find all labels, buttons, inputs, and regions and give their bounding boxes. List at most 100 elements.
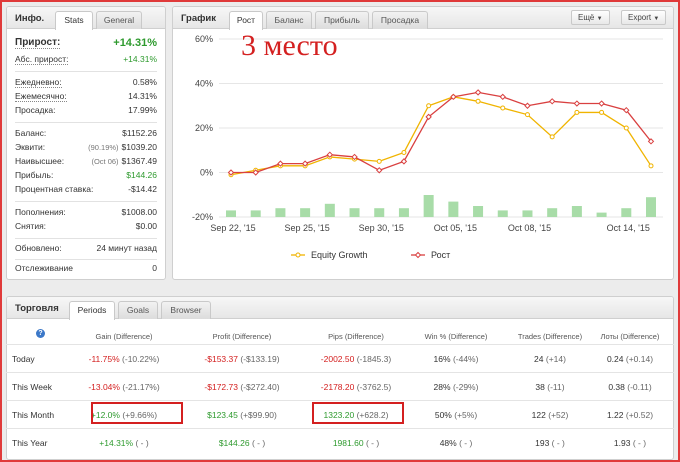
row-label: This Week	[12, 382, 52, 392]
table-cell: 0.24 (+0.14)	[590, 354, 670, 364]
data-point	[599, 109, 605, 115]
table-cell: 50% (+5%)	[416, 410, 496, 420]
x-tick-label: Sep 25, '15	[284, 223, 329, 233]
highest-value: $1367.49	[121, 156, 157, 166]
interest-value: -$14.42	[128, 184, 157, 194]
chart-panel: График Рост Баланс Прибыль Просадка Ещё …	[172, 6, 674, 280]
tab-browser[interactable]: Browser	[161, 301, 211, 319]
profit-label: Прибыль:	[15, 170, 54, 180]
table-cell: 38 (-11)	[505, 382, 595, 392]
equity-row: Эквити: (90.19%) $1039.20	[15, 142, 157, 155]
rank-overlay: 3 место	[241, 29, 338, 62]
table-cell: 1.22 (+0.52)	[590, 410, 670, 420]
table-cell: -2178.20 (-3762.5)	[301, 382, 411, 392]
data-point	[548, 98, 556, 105]
tab-stats[interactable]: Stats	[55, 11, 93, 30]
trading-panel-title: Торговля	[15, 303, 59, 314]
table-cell: $144.26 ( - )	[187, 438, 297, 448]
y-tick-label: -20%	[192, 212, 213, 222]
table-cell: -$172.73 (-$272.40)	[187, 382, 297, 392]
data-point	[474, 89, 482, 96]
cell-value: 48%	[439, 438, 457, 448]
volume-bar	[473, 206, 484, 217]
tab-goals[interactable]: Goals	[118, 301, 158, 319]
help-icon[interactable]: ?	[36, 329, 45, 338]
row-divider	[6, 372, 674, 373]
balance-label: Баланс:	[15, 128, 47, 138]
tab-periods[interactable]: Periods	[69, 301, 115, 320]
data-point	[524, 112, 530, 118]
cell-value: -13.04%	[88, 382, 120, 392]
deposits-row: Пополнения: $1008.00	[15, 207, 157, 220]
table-cell: 193 ( - )	[505, 438, 595, 448]
row-label: Today	[12, 354, 35, 364]
cell-value: 122	[531, 410, 546, 420]
cell-difference: (-0.11)	[627, 382, 652, 392]
volume-bar	[571, 206, 582, 217]
cell-difference: (-1845.3)	[356, 354, 392, 364]
cell-difference: (-$272.40)	[240, 382, 280, 392]
table-cell: -13.04% (-21.17%)	[69, 382, 179, 392]
tab-profit[interactable]: Прибыль	[315, 11, 369, 29]
table-cell: 48% ( - )	[416, 438, 496, 448]
cell-value: -$153.37	[204, 354, 238, 364]
daily-label: Ежедневно:	[15, 77, 62, 88]
more-label: Ещё	[578, 13, 595, 22]
table-cell: $123.45 (+$99.90)	[187, 410, 297, 420]
chevron-down-icon: ▼	[596, 16, 603, 22]
volume-bar	[250, 210, 261, 217]
cell-difference: ( - )	[135, 438, 149, 448]
highlight-box	[91, 402, 183, 424]
equity-value: $1039.20	[121, 142, 157, 152]
tab-drawdown[interactable]: Просадка	[372, 11, 428, 29]
series-line	[231, 91, 652, 174]
divider	[15, 201, 157, 202]
monthly-value: 14.31%	[128, 91, 157, 101]
balance-value: $1152.26	[122, 128, 157, 138]
cell-value: 24	[534, 354, 544, 364]
tab-balance[interactable]: Баланс	[266, 11, 312, 29]
info-panel: Инфо. Stats General Прирост: +14.31% Абс…	[6, 6, 166, 280]
cell-difference: (-10.22%)	[122, 354, 160, 364]
tab-general[interactable]: General	[96, 11, 142, 29]
tracking-row: Отслеживание 0	[15, 263, 157, 276]
highlight-box	[312, 402, 404, 424]
row-label: This Year	[12, 438, 48, 448]
table-cell: 1981.60 ( - )	[301, 438, 411, 448]
cell-difference: (+0.14)	[625, 354, 654, 364]
data-point	[549, 134, 555, 140]
highest-row: Наивысшее: (Oct 06) $1367.49	[15, 156, 157, 169]
profit-value: $144.26	[126, 170, 157, 180]
balance-row: Баланс: $1152.26	[15, 128, 157, 141]
cell-value: 38	[535, 382, 545, 392]
cell-value: 16%	[433, 354, 451, 364]
growth-row: Прирост: +14.31%	[15, 37, 157, 52]
data-point	[648, 163, 654, 169]
more-dropdown[interactable]: Ещё ▼	[571, 10, 610, 25]
column-header: Profit (Difference)	[212, 332, 272, 341]
table-cell: -11.75% (-10.22%)	[69, 354, 179, 364]
volume-bar	[275, 208, 286, 217]
profit-row: Прибыль: $144.26	[15, 170, 157, 183]
x-tick-label: Oct 08, '15	[508, 223, 551, 233]
info-panel-title: Инфо.	[15, 13, 45, 24]
divider	[15, 71, 157, 72]
data-point	[376, 158, 382, 164]
column-header: Trades (Difference)	[517, 332, 583, 341]
info-panel-header: Инфо. Stats General	[7, 7, 165, 30]
export-dropdown[interactable]: Export ▼	[621, 10, 667, 25]
cell-difference: (+14)	[545, 354, 566, 364]
chart-panel-title: График	[181, 13, 217, 24]
page: Инфо. Stats General Прирост: +14.31% Абс…	[2, 2, 678, 460]
data-point	[499, 93, 506, 101]
row-label: This Month	[12, 410, 55, 420]
table-cell: 0.38 (-0.11)	[590, 382, 670, 392]
tracking-label: Отслеживание	[15, 263, 74, 273]
cell-value: -2178.20	[320, 382, 355, 392]
tab-growth[interactable]: Рост	[229, 11, 263, 30]
row-divider	[6, 344, 674, 345]
legend-entry: Рост	[431, 250, 450, 260]
trading-panel: Торговля Periods Goals Browser	[6, 296, 674, 460]
cell-difference: (-$133.19)	[240, 354, 280, 364]
drawdown-label: Просадка:	[15, 105, 56, 115]
